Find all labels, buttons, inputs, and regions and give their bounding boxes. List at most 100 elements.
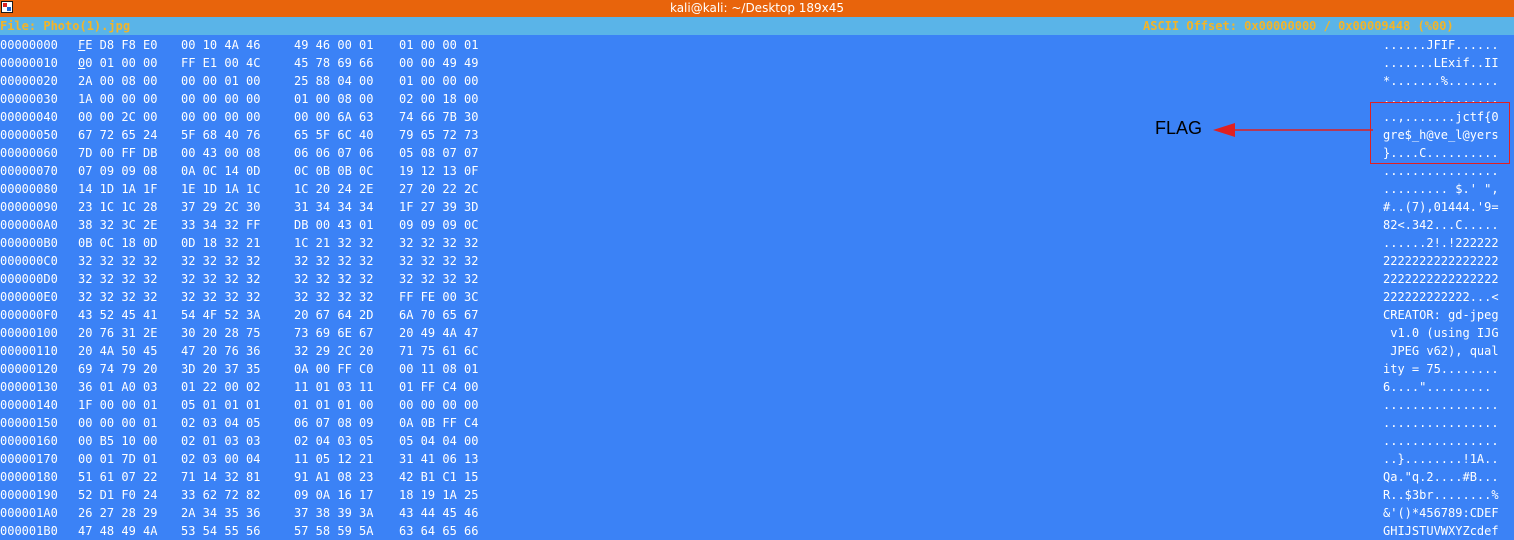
ascii-column[interactable]: ................ (1383, 414, 1499, 432)
ascii-column[interactable]: CREATOR: gd-jpeg (1383, 306, 1499, 324)
hex-group[interactable]: 00 11 08 01 (399, 360, 478, 378)
hex-group[interactable]: 05 04 04 00 (399, 432, 478, 450)
ascii-column[interactable]: GHIJSTUVWXYZcdef (1383, 522, 1499, 540)
hex-group[interactable]: 01 00 00 01 (399, 36, 478, 54)
hex-group[interactable]: 79 65 72 73 (399, 126, 478, 144)
hex-group[interactable]: 33 34 32 FF (181, 216, 260, 234)
hex-group[interactable]: 32 32 32 32 (294, 252, 373, 270)
ascii-column[interactable]: 82<.342...C..... (1383, 216, 1499, 234)
ascii-column[interactable]: 2222222222222222 (1383, 270, 1499, 288)
ascii-column[interactable]: 2222222222222222 (1383, 252, 1499, 270)
hex-group[interactable]: 52 D1 F0 24 (78, 486, 157, 504)
ascii-column[interactable]: &'()*456789:CDEF (1383, 504, 1499, 522)
ascii-column[interactable]: JPEG v62), qual (1383, 342, 1498, 360)
hex-group[interactable]: 6A 70 65 67 (399, 306, 478, 324)
ascii-column[interactable]: ................ (1383, 432, 1499, 450)
hex-group[interactable]: 32 32 32 32 (78, 252, 157, 270)
ascii-column[interactable]: #..(7),01444.'9= (1383, 198, 1499, 216)
hex-group[interactable]: 00 00 49 49 (399, 54, 478, 72)
hex-group[interactable]: 1F 00 00 01 (78, 396, 157, 414)
hex-group[interactable]: 0A 0C 14 0D (181, 162, 260, 180)
hex-group[interactable]: 32 32 32 32 (78, 288, 157, 306)
hex-group[interactable]: 19 12 13 0F (399, 162, 478, 180)
hex-group[interactable]: 32 32 32 32 (181, 252, 260, 270)
hex-group[interactable]: FF E1 00 4C (181, 54, 260, 72)
hex-group[interactable]: 20 49 4A 47 (399, 324, 478, 342)
hex-group[interactable]: 06 06 07 06 (294, 144, 373, 162)
hex-group[interactable]: 45 78 69 66 (294, 54, 373, 72)
hex-dump-area[interactable]: 00000000 FE D8 F8 E0 00 10 4A 46 49 46 00 0… (0, 36, 1514, 538)
hex-group[interactable]: 47 20 76 36 (181, 342, 260, 360)
ascii-column[interactable]: 6...."......... (1383, 378, 1491, 396)
hex-group[interactable]: 32 32 32 32 (294, 288, 373, 306)
ascii-column[interactable]: ..}........!1A.. (1383, 450, 1499, 468)
hex-group[interactable]: 00 B5 10 00 (78, 432, 157, 450)
hex-group[interactable]: 7D 00 FF DB (78, 144, 157, 162)
hex-group[interactable]: 37 29 2C 30 (181, 198, 260, 216)
hex-group[interactable]: 09 0A 16 17 (294, 486, 373, 504)
hex-group[interactable]: 32 29 2C 20 (294, 342, 373, 360)
hex-group[interactable]: 2A 34 35 36 (181, 504, 260, 522)
hex-group[interactable]: 09 09 09 0C (399, 216, 478, 234)
hex-group[interactable]: 1F 27 39 3D (399, 198, 478, 216)
hex-group[interactable]: 69 74 79 20 (78, 360, 157, 378)
hex-group[interactable]: 14 1D 1A 1F (78, 180, 157, 198)
hex-group[interactable]: 91 A1 08 23 (294, 468, 373, 486)
hex-group[interactable]: 02 03 00 04 (181, 450, 260, 468)
hex-group[interactable]: 38 32 3C 2E (78, 216, 157, 234)
hex-group[interactable]: 26 27 28 29 (78, 504, 157, 522)
hex-group[interactable]: 01 FF C4 00 (399, 378, 478, 396)
ascii-column[interactable]: ......JFIF...... (1383, 36, 1499, 54)
window-titlebar[interactable]: kali@kali: ~/Desktop 189x45 (0, 0, 1514, 17)
hex-group[interactable]: 18 19 1A 25 (399, 486, 478, 504)
ascii-column[interactable]: v1.0 (using IJG (1383, 324, 1498, 342)
hex-group[interactable]: 02 03 04 05 (181, 414, 260, 432)
hex-group[interactable]: 0D 18 32 21 (181, 234, 260, 252)
hex-group[interactable]: 00 00 2C 00 (78, 108, 157, 126)
hex-group[interactable]: 0A 0B FF C4 (399, 414, 478, 432)
hex-group[interactable]: 42 B1 C1 15 (399, 468, 478, 486)
hex-group[interactable]: 01 00 08 00 (294, 90, 373, 108)
hex-group[interactable]: 30 20 28 75 (181, 324, 260, 342)
hex-group[interactable]: 73 69 6E 67 (294, 324, 373, 342)
hex-group[interactable]: 37 38 39 3A (294, 504, 373, 522)
ascii-column[interactable]: ......2!.!222222 (1383, 234, 1499, 252)
hex-group[interactable]: 23 1C 1C 28 (78, 198, 157, 216)
hex-group[interactable]: 31 41 06 13 (399, 450, 478, 468)
hex-group[interactable]: 32 32 32 32 (399, 270, 478, 288)
hex-group[interactable]: 51 61 07 22 (78, 468, 157, 486)
hex-group[interactable]: DB 00 43 01 (294, 216, 373, 234)
hex-group[interactable]: 71 75 61 6C (399, 342, 478, 360)
hex-group[interactable]: 00 43 00 08 (181, 144, 260, 162)
hex-group[interactable]: 01 22 00 02 (181, 378, 260, 396)
hex-group[interactable]: 32 32 32 32 (78, 270, 157, 288)
ascii-column[interactable]: R..$3br........% (1383, 486, 1499, 504)
hex-group[interactable]: 20 67 64 2D (294, 306, 373, 324)
hex-group[interactable]: 32 32 32 32 (181, 288, 260, 306)
hex-group[interactable]: 43 52 45 41 (78, 306, 157, 324)
hex-group[interactable]: 49 46 00 01 (294, 36, 373, 54)
hex-group[interactable]: 63 64 65 66 (399, 522, 478, 540)
hex-group[interactable]: 47 48 49 4A (78, 522, 157, 540)
hex-group[interactable]: 27 20 22 2C (399, 180, 478, 198)
hex-group[interactable]: 20 76 31 2E (78, 324, 157, 342)
hex-group[interactable]: 2A 00 08 00 (78, 72, 157, 90)
hex-group[interactable]: 74 66 7B 30 (399, 108, 478, 126)
ascii-column[interactable]: ......... $.' ", (1383, 180, 1499, 198)
ascii-column[interactable]: Qa."q.2....#B... (1383, 468, 1499, 486)
hex-group[interactable]: 71 14 32 81 (181, 468, 260, 486)
hex-group[interactable]: 00 00 00 00 (181, 108, 260, 126)
hex-group[interactable]: 53 54 55 56 (181, 522, 260, 540)
ascii-column[interactable]: ................ (1383, 396, 1499, 414)
hex-group[interactable]: 00 00 01 00 (181, 72, 260, 90)
hex-group[interactable]: 65 5F 6C 40 (294, 126, 373, 144)
hex-group[interactable]: 06 07 08 09 (294, 414, 373, 432)
ascii-column[interactable]: *.......%....... (1383, 72, 1499, 90)
hex-group[interactable]: 31 34 34 34 (294, 198, 373, 216)
ascii-column[interactable]: ity = 75........ (1383, 360, 1499, 378)
hex-group[interactable]: 32 32 32 32 (399, 234, 478, 252)
hex-group[interactable]: 05 01 01 01 (181, 396, 260, 414)
hex-group[interactable]: 1C 21 32 32 (294, 234, 373, 252)
hex-group[interactable]: 67 72 65 24 (78, 126, 157, 144)
hex-group[interactable]: 0B 0C 18 0D (78, 234, 157, 252)
